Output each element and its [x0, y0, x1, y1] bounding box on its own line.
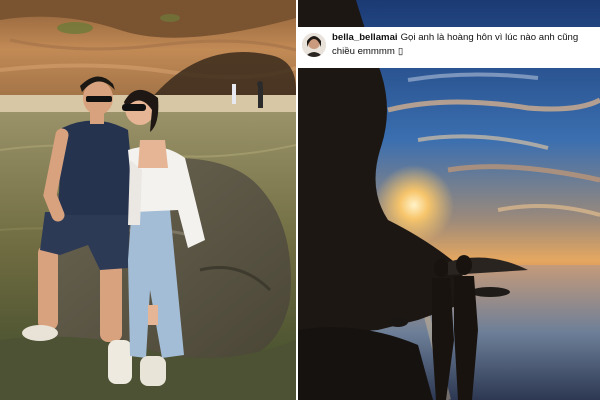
- couple-beach-image: [0, 0, 296, 400]
- couple-beach-photo: [0, 0, 296, 400]
- caption-username[interactable]: bella_bellamai: [332, 32, 398, 43]
- post-caption-bar: bella_bellamai Gọi anh là hoàng hôn vì lú…: [298, 27, 600, 68]
- photo-collage: bella_bellamai Gọi anh là hoàng hôn vì lú…: [0, 0, 600, 400]
- avatar-image: [302, 33, 326, 57]
- user-avatar[interactable]: [302, 33, 326, 57]
- emoji-icon: ▯: [397, 46, 404, 57]
